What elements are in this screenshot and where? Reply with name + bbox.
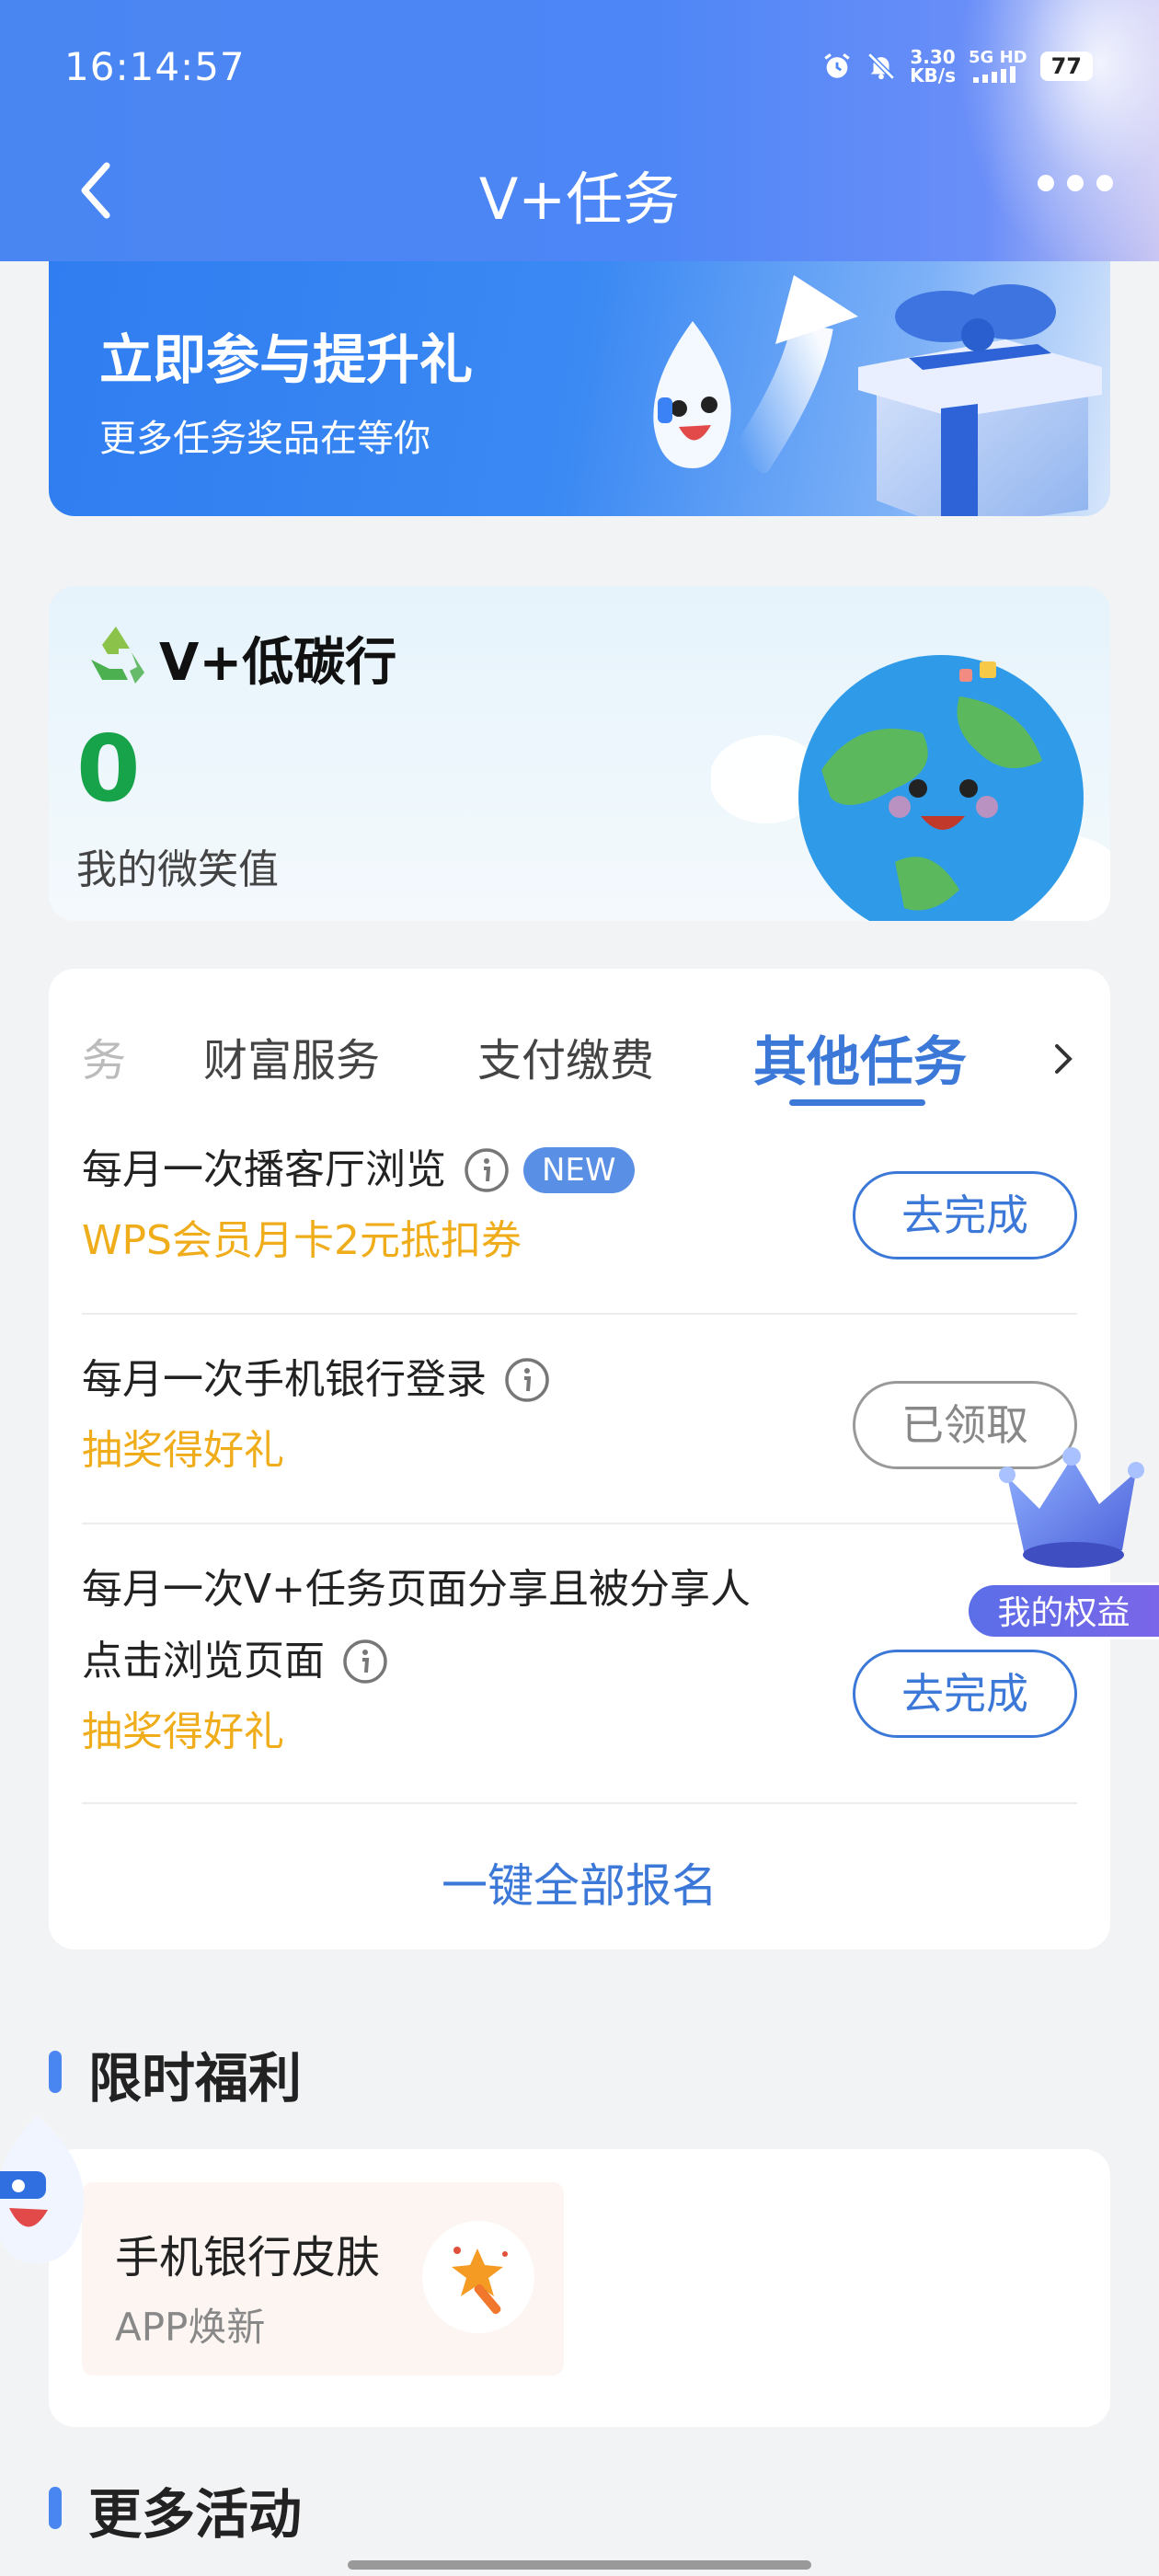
task-tabs: 务 财富服务 支付缴费 其他任务 <box>49 969 1110 1123</box>
battery-indicator: 77 <box>1039 52 1093 81</box>
task-item: 每月一次手机银行登录 抽奖得好礼 已领取 <box>82 1344 1077 1524</box>
go-complete-button[interactable]: 去完成 <box>853 1171 1077 1259</box>
task-title-line1: 每月一次V+任务页面分享且被分享人 <box>82 1566 751 1613</box>
my-rights-button[interactable]: 我的权益 <box>966 1582 1159 1639</box>
new-badge: NEW <box>523 1147 635 1193</box>
status-time: 16:14:57 <box>64 44 246 89</box>
banner-title: 立即参与提升礼 <box>99 328 474 391</box>
perk-title: 手机银行皮肤 <box>115 2232 381 2283</box>
recycle-icon <box>91 627 144 684</box>
info-icon[interactable] <box>503 1356 551 1404</box>
task-item: 每月一次播客厅浏览 NEW WPS会员月卡2元抵扣券 去完成 <box>82 1134 1077 1315</box>
tab-active-indicator <box>789 1099 925 1106</box>
tasks-card: 务 财富服务 支付缴费 其他任务 每月一次播客厅浏览 NEW WPS会员月卡2元… <box>49 969 1110 1949</box>
home-indicator[interactable] <box>348 2560 811 2570</box>
signal-icon <box>972 66 1016 83</box>
perk-subtitle: APP焕新 <box>115 2305 266 2350</box>
mute-icon <box>867 52 895 80</box>
magic-wand-icon <box>422 2221 534 2333</box>
banner-subtitle: 更多任务奖品在等你 <box>99 418 430 460</box>
task-item: 每月一次V+任务页面分享且被分享人 点击浏览页面 抽奖得好礼 去完成 <box>82 1554 1077 1804</box>
go-complete-button[interactable]: 去完成 <box>853 1650 1077 1738</box>
tab-other-tasks[interactable]: 其他任务 <box>753 1018 967 1096</box>
skin-perk-card[interactable]: 手机银行皮肤 APP焕新 <box>82 2182 564 2375</box>
page-title: V+任务 <box>478 166 681 233</box>
tab-prev[interactable]: 务 <box>82 1024 126 1088</box>
section-title-more: 更多活动 <box>88 2483 303 2546</box>
network-type: 5G HD <box>969 50 1027 83</box>
smile-value: 0 <box>76 715 141 822</box>
section-title-perks: 限时福利 <box>88 2047 303 2110</box>
crown-icon[interactable] <box>989 1440 1154 1578</box>
task-title-line2: 点击浏览页面 <box>82 1638 325 1685</box>
tab-wealth-service[interactable]: 财富服务 <box>203 1024 380 1088</box>
alarm-icon <box>824 53 850 78</box>
info-icon[interactable] <box>341 1638 389 1685</box>
tab-payment[interactable]: 支付缴费 <box>477 1024 654 1088</box>
more-dots-icon[interactable] <box>1038 175 1113 191</box>
carbon-card[interactable]: V+低碳行 0 我的微笑值 <box>49 586 1110 921</box>
smile-value-label: 我的微笑值 <box>76 846 279 893</box>
gift-box-icon <box>858 284 1102 516</box>
section-marker <box>49 2487 62 2529</box>
section-marker <box>49 2051 62 2093</box>
task-title: 每月一次播客厅浏览 <box>82 1146 446 1193</box>
carbon-title: V+低碳行 <box>159 633 397 693</box>
chevron-right-icon[interactable] <box>1051 1041 1075 1077</box>
task-title: 每月一次手机银行登录 <box>82 1356 487 1403</box>
promo-banner[interactable]: 立即参与提升礼 更多任务奖品在等你 <box>49 261 1110 516</box>
network-speed: 3.30 KB/s <box>910 46 957 86</box>
signup-all-button[interactable]: 一键全部报名 <box>49 1849 1110 1915</box>
info-icon[interactable] <box>463 1146 511 1194</box>
app-header: 16:14:57 3.30 KB/s 5G HD 77 V+任务 <box>0 0 1159 261</box>
earth-icon <box>711 655 1110 921</box>
mascot-icon[interactable] <box>0 2107 101 2282</box>
perks-card: 手机银行皮肤 APP焕新 <box>49 2149 1110 2427</box>
status-icons: 3.30 KB/s 5G HD 77 <box>821 48 1093 85</box>
mascot-icon <box>653 321 731 468</box>
